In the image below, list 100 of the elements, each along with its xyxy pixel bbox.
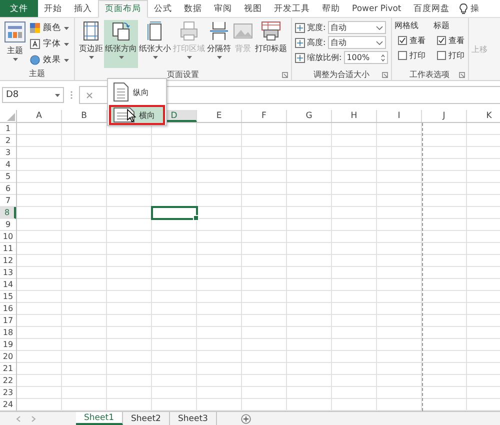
row-header[interactable]: 14 bbox=[0, 279, 16, 291]
row-header[interactable]: 6 bbox=[0, 183, 16, 195]
check-icon bbox=[438, 37, 445, 44]
page-setup-button[interactable]: 纸张方向 bbox=[104, 20, 138, 68]
margins-icon bbox=[81, 21, 101, 41]
row-header[interactable]: 12 bbox=[0, 255, 16, 267]
theme-option-button[interactable]: 字体 bbox=[28, 37, 71, 51]
page-setup-button[interactable]: 页边距 bbox=[78, 20, 104, 68]
caret-icon bbox=[64, 26, 69, 30]
color-swatch-icon bbox=[30, 23, 40, 33]
row-header[interactable]: 10 bbox=[0, 231, 16, 243]
menu-item[interactable]: 横向 bbox=[109, 105, 165, 125]
group-label: 主题 bbox=[28, 68, 46, 80]
row-header[interactable]: 15 bbox=[0, 291, 16, 303]
scale-icon bbox=[295, 22, 305, 32]
ribbon-tab[interactable]: 公式 bbox=[148, 0, 178, 17]
caret-icon bbox=[64, 42, 69, 46]
ribbon-tab[interactable]: 审阅 bbox=[208, 0, 238, 17]
row-header[interactable]: 8 bbox=[0, 207, 16, 219]
ribbon-tab[interactable]: 开始 bbox=[38, 0, 68, 17]
ribbon-tab[interactable]: 百度网盘 bbox=[407, 0, 456, 17]
row-header[interactable]: 20 bbox=[0, 351, 16, 363]
theme-option-button[interactable]: 效果 bbox=[28, 53, 71, 67]
active-cell[interactable] bbox=[151, 206, 198, 220]
printer-icon bbox=[261, 21, 281, 41]
row-header[interactable]: 1 bbox=[0, 123, 16, 135]
check-icon bbox=[398, 37, 406, 44]
row-header[interactable]: 3 bbox=[0, 147, 16, 159]
ribbon-tab[interactable]: 帮助 bbox=[316, 0, 346, 17]
font-icon bbox=[30, 39, 40, 49]
page-setup-button[interactable]: 打印标题 bbox=[254, 20, 288, 68]
column-header[interactable]: K bbox=[467, 110, 500, 122]
dropdown-field[interactable]: 自动 bbox=[328, 36, 386, 49]
sheet-tab[interactable]: Sheet1 bbox=[76, 412, 123, 425]
ribbon-tab[interactable]: Power Pivot bbox=[346, 0, 408, 17]
column-header[interactable]: H bbox=[332, 110, 377, 122]
sheet-tab[interactable]: Sheet3 bbox=[170, 412, 217, 425]
dialog-launcher-icon[interactable] bbox=[458, 72, 465, 78]
dialog-launcher-icon[interactable] bbox=[382, 72, 388, 78]
themes-button[interactable]: 主题 bbox=[3, 20, 27, 68]
column-header[interactable]: E bbox=[197, 110, 242, 122]
scale-icon bbox=[295, 38, 305, 48]
column-header[interactable]: J bbox=[422, 110, 467, 122]
caret-icon bbox=[152, 56, 158, 59]
ribbon-tab[interactable]: 开发工具 bbox=[268, 0, 316, 17]
row-header[interactable]: 16 bbox=[0, 303, 16, 315]
caret-icon bbox=[64, 58, 69, 62]
dialog-launcher-icon[interactable] bbox=[282, 72, 288, 78]
menu-item[interactable]: 纵向 bbox=[109, 80, 165, 104]
row-header[interactable]: 22 bbox=[0, 375, 16, 387]
ribbon-tab[interactable]: 视图 bbox=[238, 0, 268, 17]
caret-icon bbox=[55, 94, 60, 96]
themes-icon bbox=[4, 21, 26, 43]
checkbox[interactable]: 查看 bbox=[394, 34, 426, 47]
sheet-tab[interactable]: Sheet2 bbox=[122, 412, 170, 425]
add-sheet-icon[interactable] bbox=[240, 414, 251, 424]
ribbon-tab[interactable]: 插入 bbox=[68, 0, 98, 17]
column-header[interactable]: G bbox=[287, 110, 332, 122]
row-header[interactable]: 23 bbox=[0, 387, 16, 399]
row-header[interactable]: 9 bbox=[0, 219, 16, 231]
field-label: 高度: bbox=[307, 37, 326, 48]
name-box[interactable]: D8 bbox=[2, 87, 64, 103]
cancel-icon[interactable] bbox=[86, 92, 93, 98]
group-label: 调整为合适大小 bbox=[313, 68, 370, 80]
row-header[interactable]: 17 bbox=[0, 315, 16, 327]
lightbulb-icon[interactable] bbox=[459, 2, 468, 14]
row-header[interactable]: 13 bbox=[0, 267, 16, 279]
checkbox[interactable]: 打印 bbox=[434, 49, 465, 62]
dropdown-field[interactable]: 自动 bbox=[328, 21, 386, 34]
page-setup-button[interactable]: 分隔符 bbox=[206, 20, 232, 68]
column-header[interactable]: I bbox=[377, 110, 422, 122]
ribbon-tab[interactable]: 文件 bbox=[0, 0, 38, 17]
column-header[interactable]: F bbox=[242, 110, 287, 122]
tell-me-field[interactable]: 操 bbox=[468, 0, 482, 17]
ribbon-tab[interactable]: 页面布局 bbox=[98, 0, 148, 18]
mouse-pointer-icon bbox=[127, 109, 136, 122]
image-icon bbox=[233, 21, 253, 41]
checkbox[interactable]: 查看 bbox=[434, 34, 465, 47]
ribbon-tab[interactable]: 数据 bbox=[178, 0, 208, 17]
scale-icon bbox=[295, 52, 305, 62]
group-label: 工作表选项 bbox=[410, 68, 450, 80]
row-header[interactable]: 21 bbox=[0, 363, 16, 375]
row-header[interactable]: 19 bbox=[0, 339, 16, 351]
row-header[interactable]: 2 bbox=[0, 135, 16, 147]
spin-arrows-icon bbox=[380, 54, 385, 62]
row-header[interactable]: 11 bbox=[0, 243, 16, 255]
scroll-left-icon[interactable] bbox=[16, 416, 21, 422]
printer-icon bbox=[179, 21, 199, 41]
pages-icon bbox=[111, 21, 131, 41]
row-header[interactable]: 18 bbox=[0, 327, 16, 339]
checkbox[interactable]: 打印 bbox=[394, 49, 426, 62]
row-header[interactable]: 4 bbox=[0, 159, 16, 171]
page-setup-button[interactable]: 纸张大小 bbox=[138, 20, 172, 68]
scroll-right-icon[interactable] bbox=[31, 416, 36, 422]
theme-option-button[interactable]: 颜色 bbox=[28, 21, 71, 35]
chevron-down-icon bbox=[376, 26, 383, 30]
column-header[interactable]: A bbox=[17, 110, 62, 122]
spin-field[interactable]: 100% bbox=[344, 51, 388, 64]
group-label: 页面设置 bbox=[167, 68, 199, 80]
row-header[interactable]: 5 bbox=[0, 171, 16, 183]
